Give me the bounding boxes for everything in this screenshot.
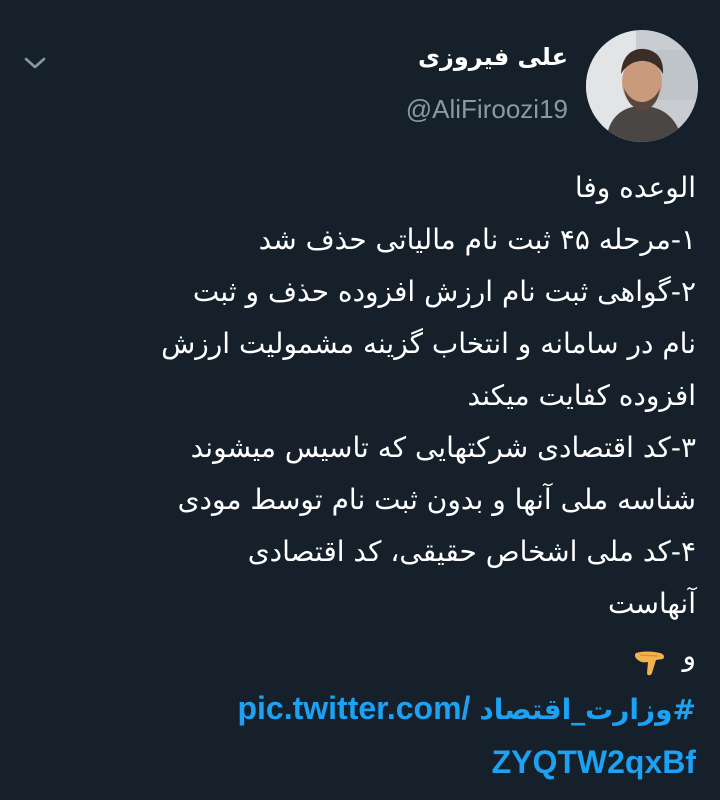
tweet-line-link-end: ZYQTW2qxBf: [24, 736, 696, 790]
tweet-line: ۱-مرحله ۴۵ ثبت نام مالیاتی حذف شد: [258, 223, 696, 256]
user-handle[interactable]: @AliFiroozi19: [406, 92, 568, 126]
tweet-line: ۲-گواهی ثبت نام ارزش افزوده حذف و ثبت: [192, 275, 696, 308]
tweet-header: علی فیروزی @AliFiroozi19: [20, 30, 698, 142]
chevron-down-icon[interactable]: [20, 48, 50, 78]
tweet-line: الوعده وفا: [574, 171, 696, 204]
last-word: و: [682, 639, 696, 672]
tweet-line: افزوده کفایت میکند: [467, 379, 696, 412]
tweet-line: شناسه ملی آنها و بدون ثبت نام توسط مودی: [177, 483, 696, 516]
avatar[interactable]: [586, 30, 698, 142]
backhand-index-pointing-down-icon: [632, 642, 668, 676]
tweet-body: الوعده وفا ۱-مرحله ۴۵ ثبت نام مالیاتی حذ…: [24, 162, 696, 790]
pic-link-part2[interactable]: ZYQTW2qxBf: [492, 744, 696, 780]
tweet-line-link: #وزارت_اقتصاد pic.twitter.com/: [24, 682, 696, 736]
tweet-line: آنهاست: [608, 587, 696, 620]
tweet-line: ۳-کد اقتصادی شرکتهایی که تاسیس میشوند: [190, 431, 696, 464]
tweet-card: علی فیروزی @AliFiroozi19 الوعده وفا ۱-مر…: [0, 0, 720, 800]
user-info[interactable]: علی فیروزی @AliFiroozi19: [406, 40, 568, 126]
tweet-line: ۴-کد ملی اشخاص حقیقی، کد اقتصادی: [247, 535, 696, 568]
tweet-line-emoji: و: [24, 630, 696, 682]
display-name[interactable]: علی فیروزی: [406, 40, 568, 74]
tweet-line: نام در سامانه و انتخاب گزینه مشمولیت ارز…: [161, 327, 696, 360]
hashtag-link[interactable]: #وزارت_اقتصاد: [479, 693, 696, 726]
pic-link-part1[interactable]: pic.twitter.com/: [237, 690, 470, 726]
